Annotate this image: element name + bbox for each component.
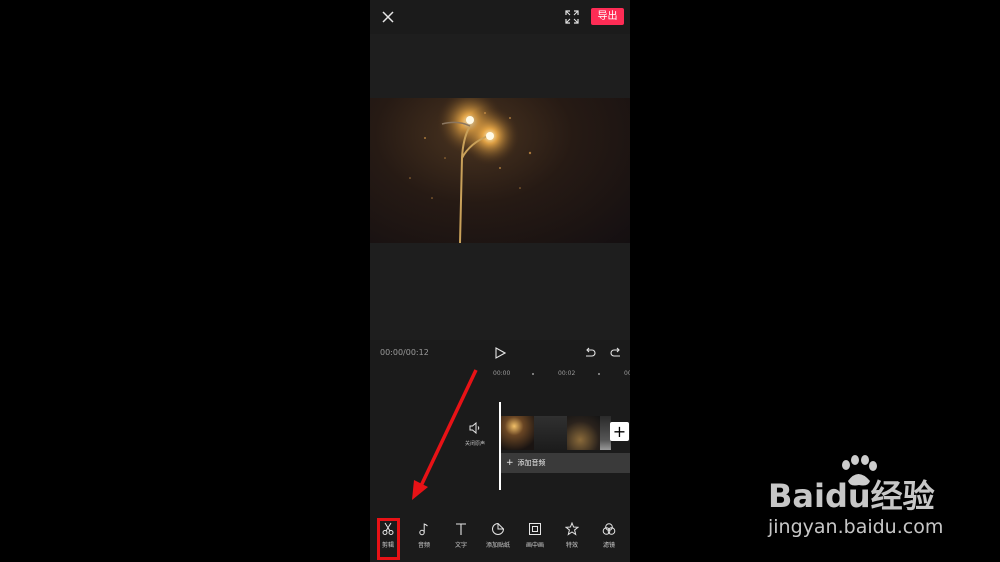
watermark-logo: Baidu经验 bbox=[768, 477, 935, 515]
annotation-highlight-box bbox=[377, 518, 400, 560]
watermark-url: jingyan.baidu.com bbox=[768, 516, 944, 538]
baidu-watermark: Baidu经验 jingyan.baidu.com bbox=[768, 455, 983, 545]
